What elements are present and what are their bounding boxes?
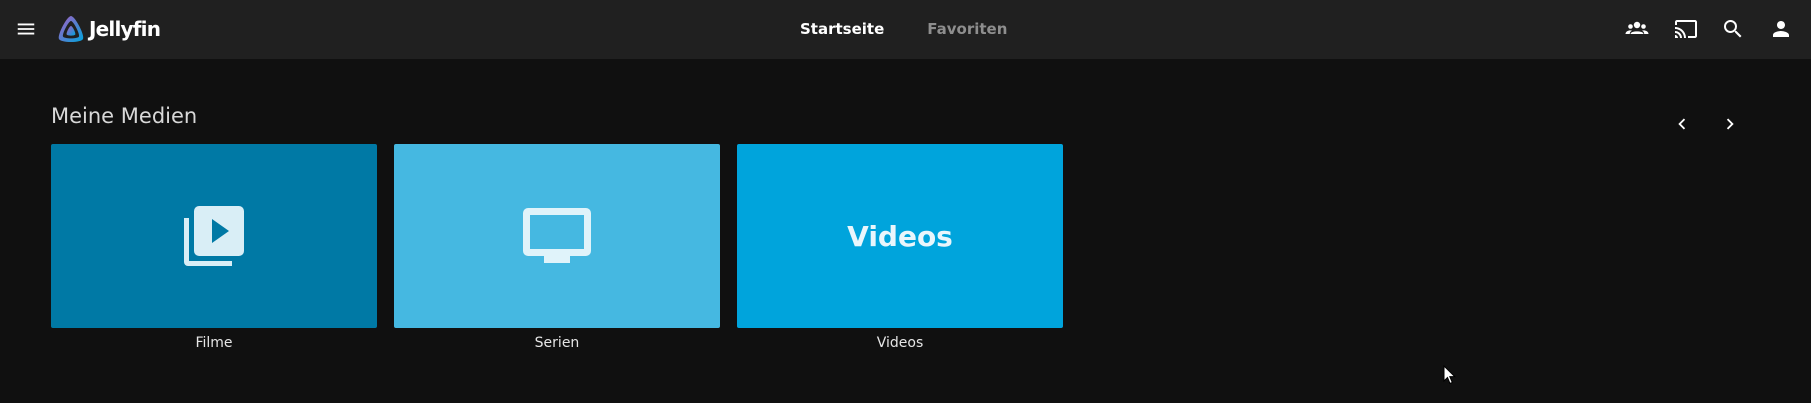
main-nav: Startseite Favoriten <box>800 17 1007 41</box>
search-button[interactable] <box>1715 11 1751 47</box>
section-title: Meine Medien <box>51 104 198 128</box>
tab-favoriten[interactable]: Favoriten <box>927 17 1007 41</box>
tv-icon <box>523 208 591 263</box>
cast-button[interactable] <box>1668 11 1704 47</box>
library-card-label[interactable]: Filme <box>51 335 377 351</box>
scroll-left-button[interactable] <box>1664 106 1700 142</box>
jellyfin-logo-icon <box>58 16 84 42</box>
library-card-tile-text: Videos <box>847 219 953 253</box>
users-icon <box>1625 21 1649 34</box>
user-icon <box>1773 21 1789 37</box>
library-card-image[interactable] <box>394 144 720 328</box>
jellyfin-logo[interactable]: Jellyfin <box>56 12 161 46</box>
library-card-label[interactable]: Videos <box>737 335 1063 351</box>
library-card-label[interactable]: Serien <box>394 335 720 351</box>
chevron-left-icon <box>1678 118 1686 130</box>
video-library-icon <box>184 206 244 266</box>
library-card-image[interactable] <box>51 144 377 328</box>
top-bar: Jellyfin Startseite Favoriten <box>0 0 1811 59</box>
sync-play-button[interactable] <box>1619 11 1655 47</box>
library-card-filme[interactable]: Filme <box>51 144 377 351</box>
search-icon <box>1724 20 1742 38</box>
menu-button[interactable] <box>8 11 44 47</box>
cast-icon <box>1675 20 1697 38</box>
library-card-serien[interactable]: Serien <box>394 144 720 351</box>
library-card-image[interactable]: Videos <box>737 144 1063 328</box>
menu-icon <box>17 23 35 35</box>
chevron-right-icon <box>1726 118 1734 130</box>
scroll-right-button[interactable] <box>1712 106 1748 142</box>
library-card-videos[interactable]: Videos Videos <box>737 144 1063 351</box>
tab-startseite[interactable]: Startseite <box>800 17 884 41</box>
user-button[interactable] <box>1763 11 1799 47</box>
logo-text: Jellyfin <box>89 17 161 41</box>
mouse-cursor-icon <box>1443 365 1457 385</box>
